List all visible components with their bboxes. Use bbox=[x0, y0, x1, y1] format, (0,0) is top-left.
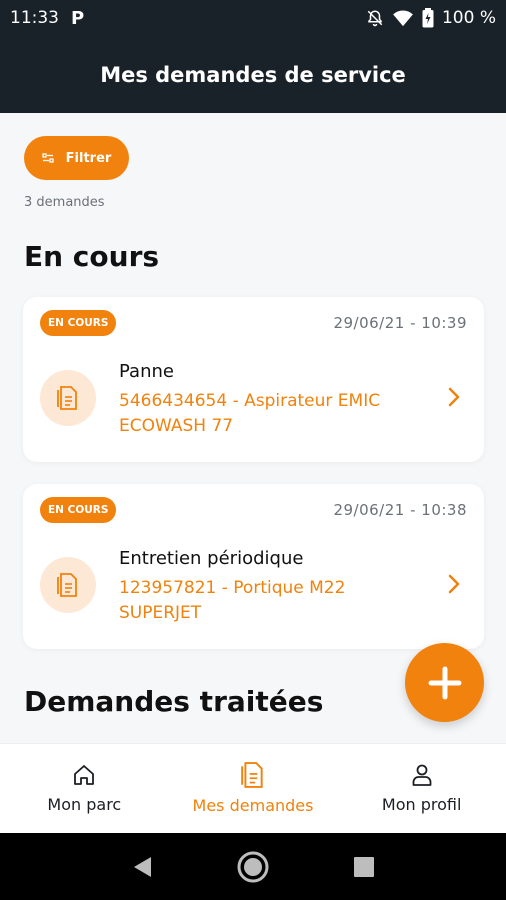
nav-item-mes-demandes[interactable]: Mes demandes bbox=[169, 744, 338, 833]
nav-item-mon-parc[interactable]: Mon parc bbox=[0, 744, 169, 833]
chevron-right-icon[interactable] bbox=[448, 574, 460, 594]
request-card[interactable]: EN COURS 29/06/21 - 10:39 Panne 54664346… bbox=[23, 297, 484, 462]
section-title-processed: Demandes traitées bbox=[24, 685, 324, 718]
nav-label: Mon profil bbox=[381, 795, 462, 814]
user-icon bbox=[412, 764, 432, 786]
document-icon bbox=[57, 573, 77, 597]
nav-item-mon-profil[interactable]: Mon profil bbox=[337, 744, 506, 833]
status-left: 11:33 P bbox=[10, 8, 84, 29]
wifi-icon bbox=[393, 10, 413, 27]
app-bar: Mes demandes de service bbox=[0, 36, 506, 113]
bell-off-icon bbox=[367, 10, 383, 27]
document-icon bbox=[57, 386, 77, 410]
plus-icon bbox=[428, 666, 461, 699]
document-icon bbox=[241, 762, 263, 788]
system-navigation-bar bbox=[0, 833, 506, 900]
filter-button[interactable]: Filtrer bbox=[24, 136, 129, 180]
status-badge: EN COURS bbox=[40, 310, 117, 336]
chevron-right-icon[interactable] bbox=[448, 387, 460, 407]
parking-notification-icon: P bbox=[71, 7, 85, 29]
request-title: Panne bbox=[119, 361, 174, 382]
nav-label: Mon parc bbox=[47, 795, 122, 814]
back-icon[interactable] bbox=[131, 855, 153, 879]
page-title: Mes demandes de service bbox=[100, 62, 406, 87]
section-title-in-progress: En cours bbox=[24, 240, 160, 273]
home-icon bbox=[74, 765, 95, 785]
add-request-button[interactable] bbox=[405, 643, 484, 722]
request-title: Entretien périodique bbox=[119, 548, 304, 569]
status-badge: EN COURS bbox=[40, 497, 117, 523]
battery-percentage: 100 % bbox=[441, 8, 496, 28]
status-bar: 11:33 P 100 % bbox=[0, 0, 506, 36]
request-equipment: 5466434654 - Aspirateur EMIC ECOWASH 77 bbox=[119, 391, 381, 436]
request-date: 29/06/21 - 10:38 bbox=[333, 501, 467, 519]
status-time: 11:33 bbox=[10, 8, 59, 28]
nav-label: Mes demandes bbox=[192, 796, 314, 815]
request-equipment: 123957821 - Portique M22 SUPERJET bbox=[119, 578, 346, 623]
requests-count: 3 demandes bbox=[24, 195, 105, 210]
request-type-icon-container bbox=[40, 370, 96, 426]
request-type-icon-container bbox=[40, 557, 96, 613]
status-right: 100 % bbox=[366, 8, 496, 28]
request-date: 29/06/21 - 10:39 bbox=[333, 314, 467, 332]
bottom-navigation: Mon parc Mes demandes Mon profil bbox=[0, 743, 506, 833]
battery-icon bbox=[422, 8, 434, 28]
filter-label: Filtrer bbox=[65, 150, 112, 166]
home-circle-icon[interactable] bbox=[236, 850, 270, 884]
request-card[interactable]: EN COURS 29/06/21 - 10:38 Entretien péri… bbox=[23, 484, 484, 649]
filter-icon bbox=[42, 153, 54, 163]
recents-icon[interactable] bbox=[353, 856, 375, 878]
